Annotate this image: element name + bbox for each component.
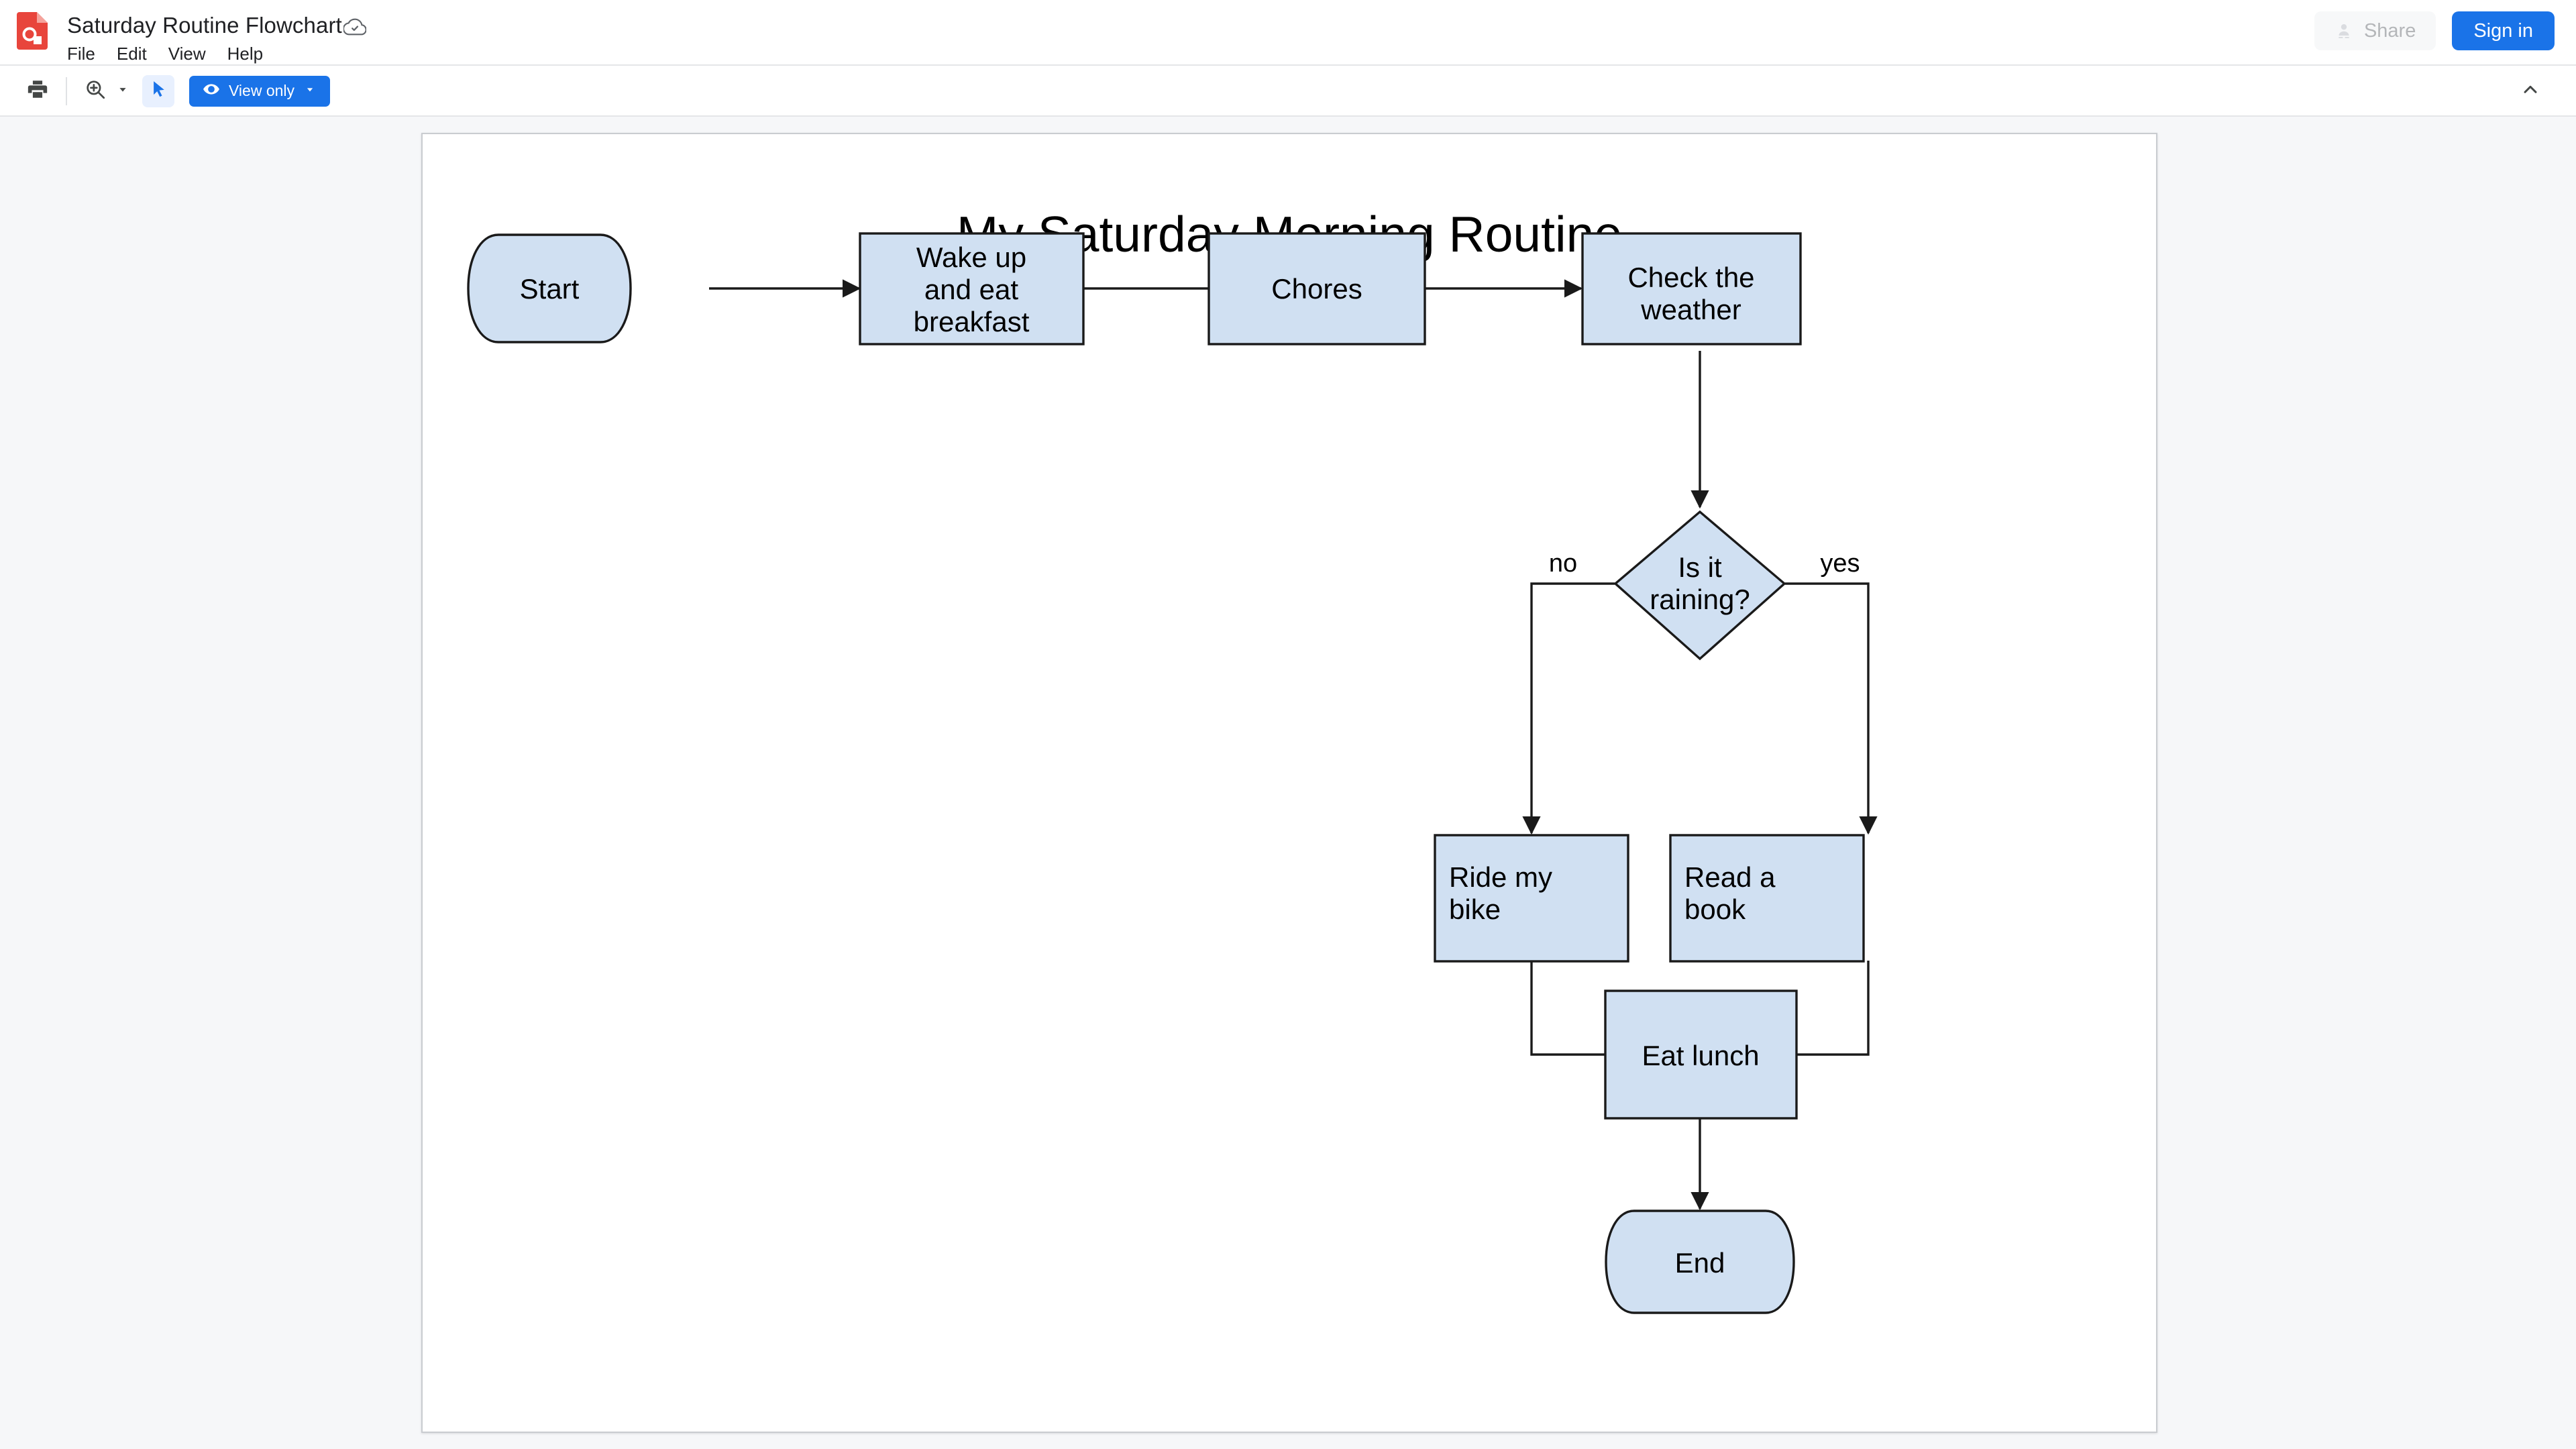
zoom-dropdown-button[interactable] bbox=[111, 75, 134, 107]
select-tool-button[interactable] bbox=[142, 74, 174, 107]
node-wake-up-line3: breakfast bbox=[914, 306, 1030, 337]
node-ride-my-bike[interactable]: Ride my bike bbox=[1434, 834, 1629, 963]
node-eat-lunch-label: Eat lunch bbox=[1642, 1040, 1759, 1071]
node-ride-my-bike-line1: Ride my bbox=[1449, 861, 1552, 893]
node-read-a-book[interactable]: Read a book bbox=[1669, 834, 1865, 963]
zoom-in-icon bbox=[84, 78, 107, 104]
node-read-a-book-line2: book bbox=[1684, 894, 1746, 925]
edge-label-yes: yes bbox=[1820, 549, 1860, 578]
menu-edit[interactable]: Edit bbox=[117, 43, 159, 64]
chevron-up-icon bbox=[2520, 79, 2541, 104]
print-button[interactable] bbox=[21, 75, 54, 107]
edge-decision-bike-no bbox=[1522, 582, 1615, 835]
node-end[interactable]: End bbox=[1605, 1210, 1795, 1314]
edge-decision-book-yes bbox=[1785, 582, 1878, 835]
node-start[interactable]: Start bbox=[467, 233, 632, 343]
select-arrow-icon bbox=[148, 79, 168, 103]
node-is-it-raining-line2: raining? bbox=[1650, 584, 1750, 615]
menu-bar: File Edit View Help bbox=[67, 43, 342, 64]
view-only-button[interactable]: View only bbox=[189, 75, 331, 107]
node-chores[interactable]: Chores bbox=[1208, 232, 1426, 345]
eye-icon bbox=[203, 80, 220, 102]
edge-label-no: no bbox=[1549, 549, 1577, 578]
canvas-area: My Saturday Morning Routine bbox=[0, 117, 2576, 1449]
view-only-caret-icon bbox=[303, 82, 317, 100]
flowchart-svg: My Saturday Morning Routine bbox=[467, 206, 1878, 1314]
node-is-it-raining[interactable]: Is it raining? bbox=[1613, 510, 1786, 661]
node-check-weather-line2: weather bbox=[1640, 294, 1741, 325]
drawing-page[interactable]: My Saturday Morning Routine bbox=[421, 133, 2157, 1433]
zoom-button[interactable] bbox=[79, 75, 111, 107]
node-wake-up-line1: Wake up bbox=[916, 241, 1026, 273]
node-end-label: End bbox=[1675, 1247, 1725, 1279]
node-chores-label: Chores bbox=[1271, 273, 1362, 305]
node-read-a-book-line1: Read a bbox=[1684, 861, 1776, 893]
google-drawings-logo-icon bbox=[17, 12, 48, 50]
app-bar-actions: Share Sign in bbox=[2314, 11, 2555, 50]
menu-help[interactable]: Help bbox=[227, 43, 275, 64]
chevron-down-icon bbox=[115, 82, 130, 100]
view-only-label: View only bbox=[229, 82, 295, 99]
node-eat-lunch[interactable]: Eat lunch bbox=[1604, 989, 1798, 1120]
print-icon bbox=[26, 78, 49, 104]
node-wake-up-line2: and eat bbox=[924, 274, 1018, 305]
toolbar-divider bbox=[66, 76, 67, 105]
document-title-block: Saturday Routine Flowchart File Edit Vie… bbox=[67, 12, 342, 64]
node-check-weather[interactable]: Check the weather bbox=[1581, 232, 1802, 345]
cloud-saved-icon[interactable] bbox=[342, 15, 367, 38]
share-button[interactable]: Share bbox=[2314, 11, 2436, 50]
node-wake-up[interactable]: Wake up and eat breakfast bbox=[859, 232, 1085, 345]
app-bar: Saturday Routine Flowchart File Edit Vie… bbox=[0, 0, 2576, 65]
sign-in-button-label: Sign in bbox=[2473, 19, 2533, 42]
toolbar: View only bbox=[0, 66, 2576, 116]
menu-view[interactable]: View bbox=[168, 43, 218, 64]
document-title[interactable]: Saturday Routine Flowchart bbox=[67, 12, 342, 39]
menu-file[interactable]: File bbox=[67, 43, 107, 64]
node-start-label: Start bbox=[520, 273, 580, 305]
node-ride-my-bike-line2: bike bbox=[1449, 894, 1501, 925]
sign-in-button[interactable]: Sign in bbox=[2452, 11, 2555, 50]
node-is-it-raining-line1: Is it bbox=[1678, 551, 1722, 583]
person-add-icon bbox=[2334, 21, 2353, 40]
share-button-label: Share bbox=[2363, 19, 2416, 42]
collapse-toolbar-button[interactable] bbox=[2514, 75, 2546, 107]
node-check-weather-line1: Check the bbox=[1627, 262, 1754, 293]
